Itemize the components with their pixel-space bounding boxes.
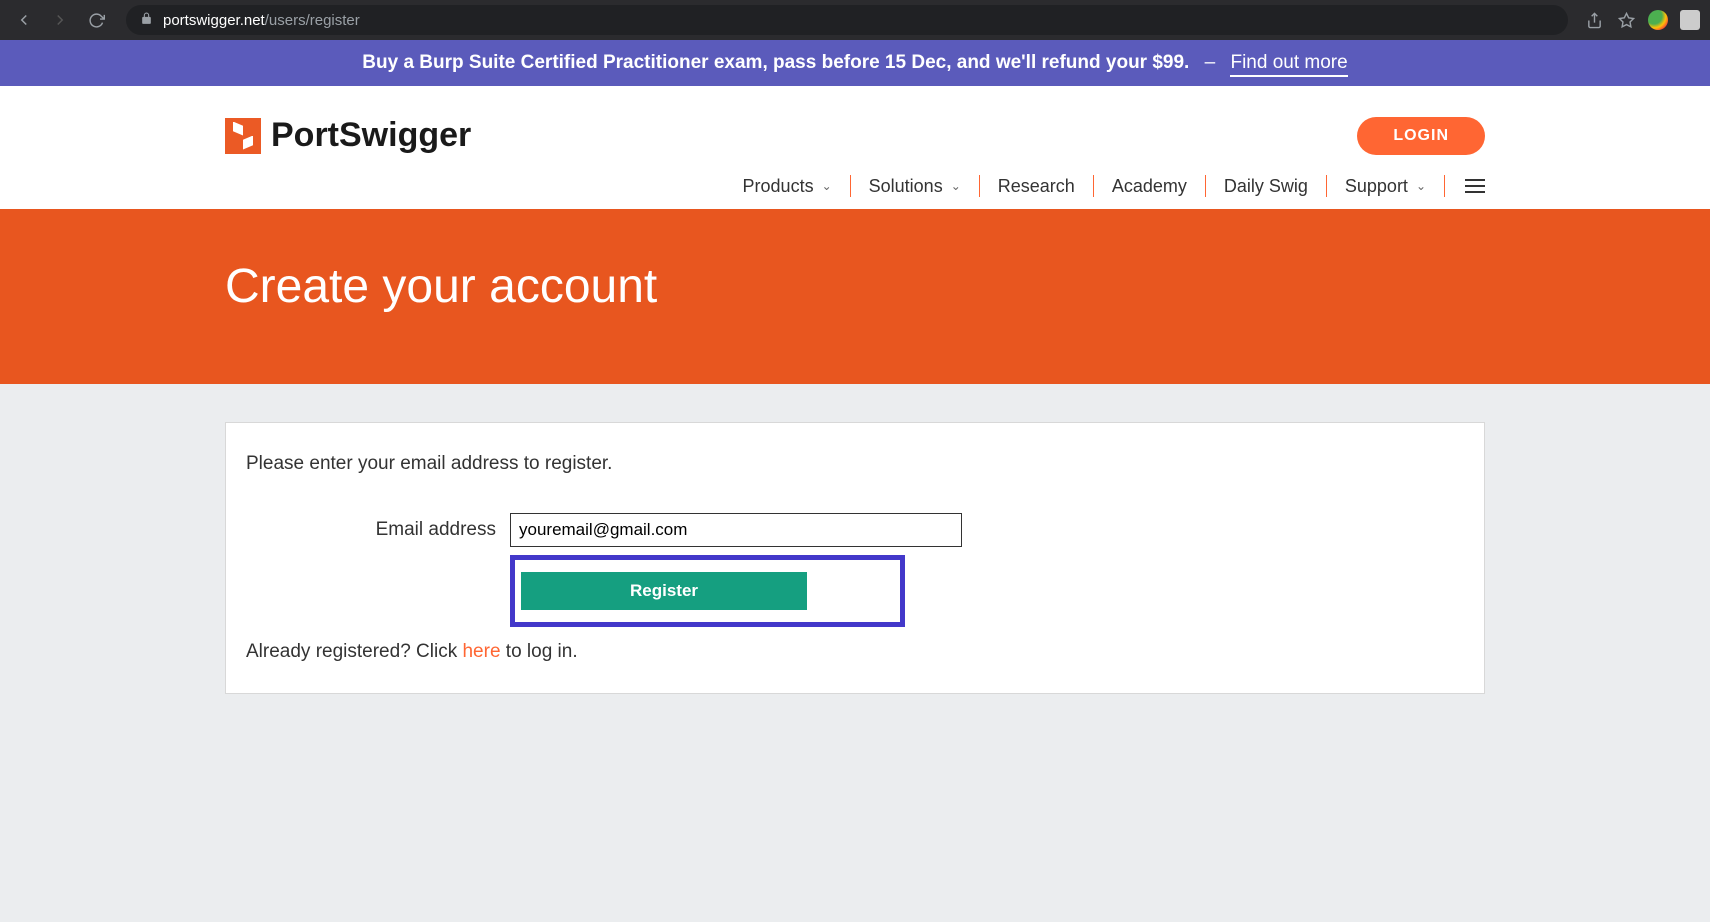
nav-daily-swig-label: Daily Swig (1224, 176, 1308, 197)
hero-banner: Create your account (0, 209, 1710, 384)
page-title: Create your account (225, 259, 1485, 314)
page-header: PortSwigger LOGIN Products ⌄ Solutions ⌄… (0, 86, 1710, 209)
register-card: Please enter your email address to regis… (225, 422, 1485, 694)
extension-icon-1[interactable] (1648, 10, 1668, 30)
hamburger-menu-icon[interactable] (1445, 179, 1485, 193)
promo-link[interactable]: Find out more (1230, 52, 1347, 77)
share-icon[interactable] (1584, 10, 1604, 30)
nav-research-label: Research (998, 176, 1075, 197)
nav-research[interactable]: Research (980, 175, 1094, 197)
nav-daily-swig[interactable]: Daily Swig (1206, 175, 1327, 197)
chevron-down-icon: ⌄ (822, 179, 832, 193)
chevron-down-icon: ⌄ (1416, 179, 1426, 193)
nav-products-label: Products (743, 176, 814, 197)
email-field[interactable] (510, 513, 962, 547)
nav-solutions[interactable]: Solutions ⌄ (851, 175, 980, 197)
profile-avatar-icon[interactable] (1680, 10, 1700, 30)
nav-support[interactable]: Support ⌄ (1327, 175, 1445, 197)
register-button[interactable]: Register (521, 572, 807, 610)
form-section: Please enter your email address to regis… (225, 422, 1485, 694)
lock-icon (140, 12, 153, 28)
logo-icon (225, 118, 261, 154)
address-bar[interactable]: portswigger.net/users/register (126, 5, 1568, 35)
reload-button[interactable] (82, 6, 110, 34)
promo-text: Buy a Burp Suite Certified Practitioner … (362, 52, 1189, 73)
nav-solutions-label: Solutions (869, 176, 943, 197)
nav-products[interactable]: Products ⌄ (725, 175, 851, 197)
login-here-link[interactable]: here (462, 641, 500, 662)
logo[interactable]: PortSwigger (225, 116, 471, 155)
logo-text: PortSwigger (271, 116, 471, 155)
already-registered-text: Already registered? Click here to log in… (246, 641, 1464, 663)
browser-toolbar: portswigger.net/users/register (0, 0, 1710, 40)
url-text: portswigger.net/users/register (163, 12, 360, 29)
promo-banner: Buy a Burp Suite Certified Practitioner … (0, 40, 1710, 86)
back-button[interactable] (10, 6, 38, 34)
bookmark-star-icon[interactable] (1616, 10, 1636, 30)
already-suffix: to log in. (501, 641, 578, 662)
main-nav: Products ⌄ Solutions ⌄ Research Academy … (225, 175, 1485, 209)
email-label: Email address (246, 519, 496, 541)
nav-support-label: Support (1345, 176, 1408, 197)
promo-separator: – (1205, 52, 1216, 73)
form-intro-text: Please enter your email address to regis… (246, 453, 1464, 475)
register-highlight-box: Register (510, 555, 905, 627)
forward-button[interactable] (46, 6, 74, 34)
nav-academy-label: Academy (1112, 176, 1187, 197)
chevron-down-icon: ⌄ (951, 179, 961, 193)
nav-academy[interactable]: Academy (1094, 175, 1206, 197)
login-button[interactable]: LOGIN (1357, 117, 1485, 155)
already-prefix: Already registered? Click (246, 641, 462, 662)
